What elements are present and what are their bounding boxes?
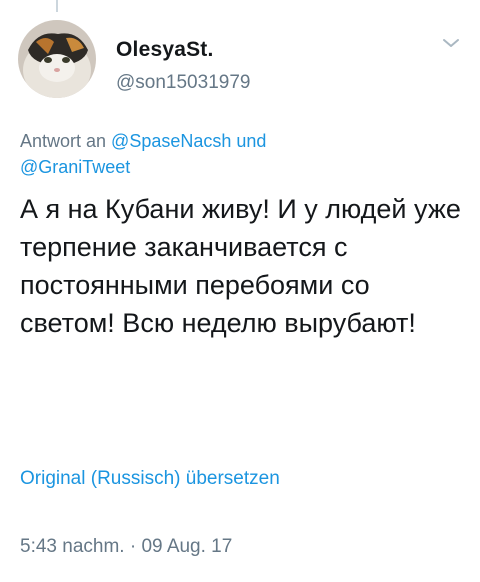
tweet-timestamp[interactable]: 5:43 nachm. · 09 Aug. 17: [20, 536, 232, 558]
chevron-down-icon: [443, 39, 459, 47]
mention-link[interactable]: @SpaseNacsh: [111, 131, 231, 151]
avatar[interactable]: [18, 20, 96, 98]
reply-conjunction: und: [231, 131, 267, 151]
tweet-menu-button[interactable]: [440, 34, 462, 52]
display-name[interactable]: OlesyaSt.: [116, 38, 214, 62]
mention-link[interactable]: @GraniTweet: [20, 157, 130, 177]
reply-context: Antwort an @SpaseNacsh und @GraniTweet: [20, 128, 460, 180]
user-handle[interactable]: @son15031979: [116, 72, 250, 94]
tweet-text: А я на Кубани живу! И у людей уже терпен…: [20, 194, 461, 338]
thread-connector-line: [56, 0, 58, 12]
translate-link[interactable]: Original (Russisch) übersetzen: [20, 468, 280, 490]
reply-prefix: Antwort an: [20, 131, 112, 151]
cat-avatar-icon: [18, 20, 96, 98]
